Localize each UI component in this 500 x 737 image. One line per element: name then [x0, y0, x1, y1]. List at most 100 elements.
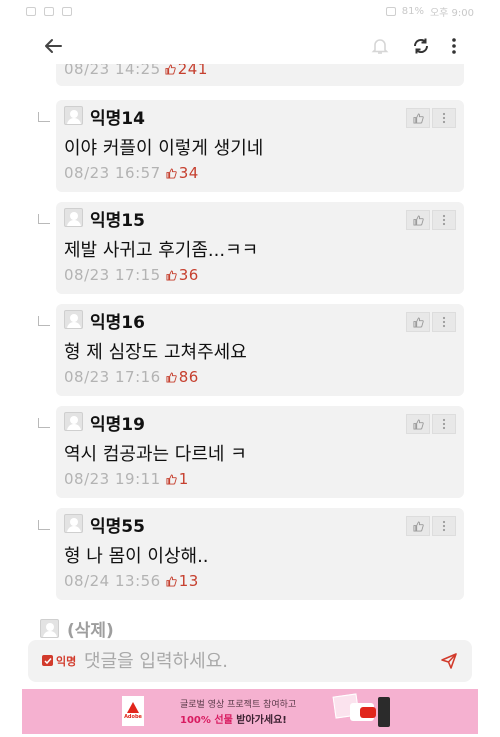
like-button[interactable] — [406, 210, 430, 230]
thumbs-up-icon — [166, 269, 177, 281]
avatar — [64, 412, 83, 431]
comment-card: 익명15 제발 사귀고 후기좀...ㅋㅋ 08/23 17:15 36 — [56, 202, 464, 294]
notification-icon — [44, 6, 54, 16]
check-icon — [43, 657, 52, 664]
anonymous-label: 익명 — [56, 655, 77, 668]
like-count-group: 1 — [166, 470, 189, 488]
back-button[interactable] — [38, 32, 68, 60]
reply-indicator — [38, 214, 50, 224]
comment-actions — [406, 108, 456, 128]
comment-text: 제발 사귀고 후기좀...ㅋㅋ — [64, 240, 259, 261]
comment-date: 08/23 16:57 — [64, 164, 161, 182]
thumbs-up-icon — [166, 167, 177, 179]
status-system-icons: 81% 오후 9:00 — [385, 4, 474, 19]
notification-icon — [62, 6, 72, 16]
comment-author: 익명14 — [90, 109, 145, 129]
comment-date: 08/24 13:56 — [64, 572, 161, 590]
more-vertical-icon — [442, 520, 446, 532]
comment-actions — [406, 210, 456, 230]
like-count: 13 — [178, 572, 199, 590]
reply-indicator — [38, 520, 50, 530]
comment-meta: 08/23 17:15 36 — [64, 266, 199, 284]
more-vertical-icon — [442, 418, 446, 430]
like-count: 1 — [178, 470, 189, 488]
comment-input-bar: 익명 — [28, 640, 472, 682]
comment-text: 형 제 심장도 고쳐주세요 — [64, 342, 247, 363]
send-icon — [441, 653, 457, 669]
thumbs-up-icon — [412, 520, 424, 532]
avatar — [40, 618, 59, 638]
comment-date: 08/23 19:11 — [64, 470, 161, 488]
ad-banner[interactable]: Adobe 글로벌 영상 프로젝트 참여하고 100% 선물 받아가세요! — [22, 689, 478, 734]
comment-date: 08/23 17:15 — [64, 266, 161, 284]
ad-subline: 100% 선물 받아가세요! — [180, 711, 287, 726]
more-vertical-icon — [452, 38, 456, 54]
like-button[interactable] — [406, 108, 430, 128]
thumbs-up-icon — [166, 575, 177, 587]
refresh-button[interactable] — [407, 32, 435, 60]
like-count-group: 34 — [166, 164, 199, 182]
like-count: 36 — [178, 266, 199, 284]
comment-card: 익명14 이야 커플이 이렇게 생기네 08/23 16:57 34 — [56, 100, 464, 192]
deleted-comment: (삭제) — [40, 617, 114, 639]
comment-actions — [406, 414, 456, 434]
status-notification-icons — [26, 6, 72, 16]
comment-card: 익명55 형 나 몸이 이상해.. 08/24 13:56 13 — [56, 508, 464, 600]
avatar — [64, 514, 83, 533]
reply-indicator — [38, 112, 50, 122]
avatar — [64, 208, 83, 227]
bell-off-icon — [371, 39, 389, 54]
comment-actions — [406, 312, 456, 332]
comment-meta: 08/24 13:56 13 — [64, 572, 199, 590]
like-button[interactable] — [406, 312, 430, 332]
comment-actions — [406, 516, 456, 536]
comment-more-button[interactable] — [432, 312, 456, 332]
refresh-icon — [413, 38, 429, 54]
like-count-group: 36 — [166, 266, 199, 284]
like-count: 241 — [177, 64, 208, 78]
arrow-left-icon — [45, 39, 62, 53]
comment-text: 형 나 몸이 이상해.. — [64, 546, 209, 567]
signal-icon — [385, 6, 396, 16]
comment-input[interactable] — [84, 646, 424, 676]
avatar — [64, 310, 83, 329]
like-count-group: 86 — [166, 368, 199, 386]
reply-indicator — [38, 418, 50, 428]
like-button[interactable] — [406, 414, 430, 434]
comment-more-button[interactable] — [432, 210, 456, 230]
comment-text: 역시 컴공과는 다르네 ㅋ — [64, 444, 247, 465]
comment-date: 08/23 14:25 — [64, 64, 161, 78]
thumbs-up-icon — [412, 418, 424, 430]
thumbs-up-icon — [412, 214, 424, 226]
ad-highlight: 100% 선물 — [180, 715, 233, 726]
comment-author: 익명55 — [90, 517, 145, 537]
anonymous-checkbox[interactable] — [42, 655, 53, 666]
send-button[interactable] — [438, 650, 460, 672]
comment-author: 익명19 — [90, 415, 145, 435]
comment-more-button[interactable] — [432, 414, 456, 434]
comment-meta: 08/23 14:25 241 — [64, 64, 208, 78]
comment-meta: 08/23 17:16 86 — [64, 368, 199, 386]
deleted-label: (삭제) — [67, 620, 114, 640]
ad-illustration — [328, 693, 392, 731]
comment-date: 08/23 17:16 — [64, 368, 161, 386]
comment-meta: 08/23 16:57 34 — [64, 164, 199, 182]
cup-icon — [378, 697, 390, 727]
comment-more-button[interactable] — [432, 516, 456, 536]
status-bar: 81% 오후 9:00 — [0, 0, 500, 22]
comment-meta: 08/23 19:11 1 — [64, 470, 189, 488]
more-vertical-icon — [442, 214, 446, 226]
comment-more-button[interactable] — [432, 108, 456, 128]
comment-text: 이야 커플이 이렇게 생기네 — [64, 138, 264, 159]
more-vertical-icon — [442, 112, 446, 124]
like-button[interactable] — [406, 516, 430, 536]
battery-level: 81% — [401, 5, 424, 17]
comment-list[interactable]: 08/23 14:25 241 익명14 이야 커플이 이렇게 생기네 08/2… — [0, 64, 500, 639]
thumbs-up-icon — [412, 316, 424, 328]
thumbs-up-icon — [165, 64, 176, 75]
comment-author: 익명16 — [90, 313, 145, 333]
app-bar — [0, 24, 500, 68]
notification-toggle-button[interactable] — [366, 32, 394, 60]
comment-card: 익명19 역시 컴공과는 다르네 ㅋ 08/23 19:11 1 — [56, 406, 464, 498]
more-options-button[interactable] — [441, 32, 467, 60]
